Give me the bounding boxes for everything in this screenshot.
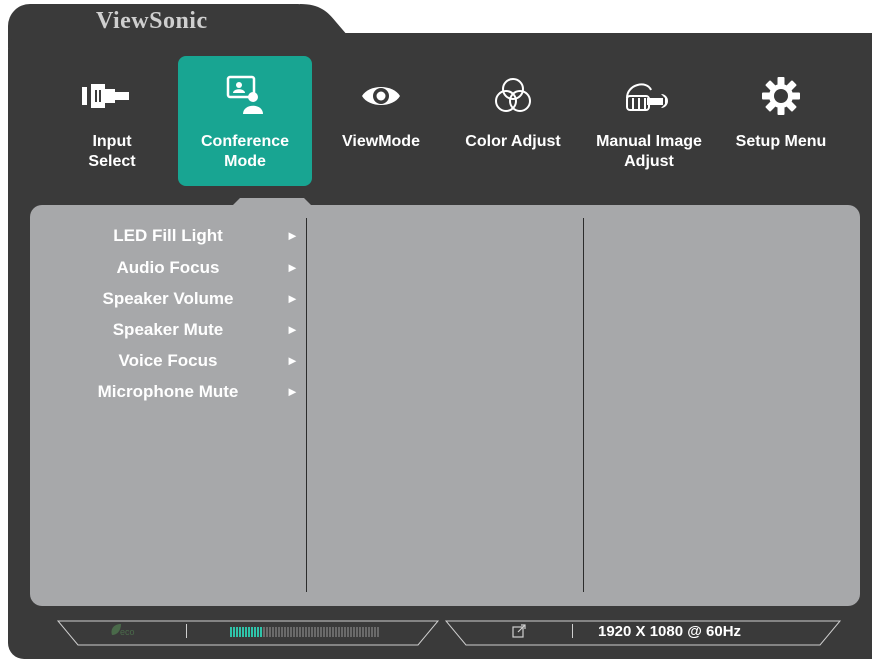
menu-conference-mode[interactable]: Conference Mode	[178, 56, 312, 186]
menu-label: Setup Menu	[735, 133, 827, 150]
arrow-right-icon: ►	[286, 322, 299, 337]
submenu-audio-focus[interactable]: Audio Focus ►	[60, 254, 299, 282]
eye-icon	[314, 74, 448, 118]
submenu-led-fill-light[interactable]: LED Fill Light ►	[60, 222, 299, 250]
level-bar-fill	[230, 627, 263, 637]
submenu-label: Microphone Mute	[97, 382, 239, 401]
submenu-label: Audio Focus	[116, 258, 220, 277]
status-separator	[186, 624, 187, 638]
menu-label: Color Adjust	[465, 133, 561, 150]
external-link-icon	[512, 624, 526, 638]
column-divider	[583, 218, 584, 592]
arrow-right-icon: ►	[286, 260, 299, 275]
arrow-right-icon: ►	[286, 291, 299, 306]
submenu-microphone-mute[interactable]: Microphone Mute ►	[60, 378, 299, 406]
submenu-label: Speaker Mute	[112, 320, 224, 339]
eco-label: eco	[120, 627, 135, 637]
arrow-right-icon: ►	[286, 353, 299, 368]
submenu-label: Speaker Volume	[102, 289, 234, 308]
arrow-right-icon: ►	[286, 228, 299, 243]
submenu-label: LED Fill Light	[113, 226, 223, 245]
menu-input-select[interactable]: Input Select	[45, 56, 179, 186]
resolution-readout: 1920 X 1080 @ 60Hz	[598, 623, 742, 640]
brand-logo: ViewSonic	[96, 8, 208, 34]
submenu-voice-focus[interactable]: Voice Focus ►	[60, 347, 299, 375]
input-select-icon	[45, 74, 179, 118]
active-tab-notch	[232, 198, 312, 206]
menu-label: Input Select	[88, 133, 136, 170]
submenu-label: Voice Focus	[118, 351, 218, 370]
menu-label: ViewMode	[342, 133, 420, 150]
menu-manual-image-adjust[interactable]: Manual Image Adjust	[582, 56, 716, 186]
color-circles-icon	[446, 74, 580, 118]
menu-label: Manual Image Adjust	[596, 133, 702, 170]
status-separator	[572, 624, 573, 638]
hand-wrench-icon	[582, 74, 716, 118]
menu-color-adjust[interactable]: Color Adjust	[446, 56, 580, 186]
menu-setup[interactable]: Setup Menu	[714, 56, 848, 186]
submenu-speaker-mute[interactable]: Speaker Mute ►	[60, 316, 299, 344]
menu-viewmode[interactable]: ViewMode	[314, 56, 448, 186]
menu-label: Conference Mode	[200, 133, 290, 170]
submenu-speaker-volume[interactable]: Speaker Volume ►	[60, 285, 298, 313]
conference-mode-icon	[178, 74, 312, 118]
gear-icon	[714, 74, 848, 118]
column-divider	[306, 218, 307, 592]
arrow-right-icon: ►	[286, 384, 299, 399]
level-bar	[230, 627, 380, 637]
